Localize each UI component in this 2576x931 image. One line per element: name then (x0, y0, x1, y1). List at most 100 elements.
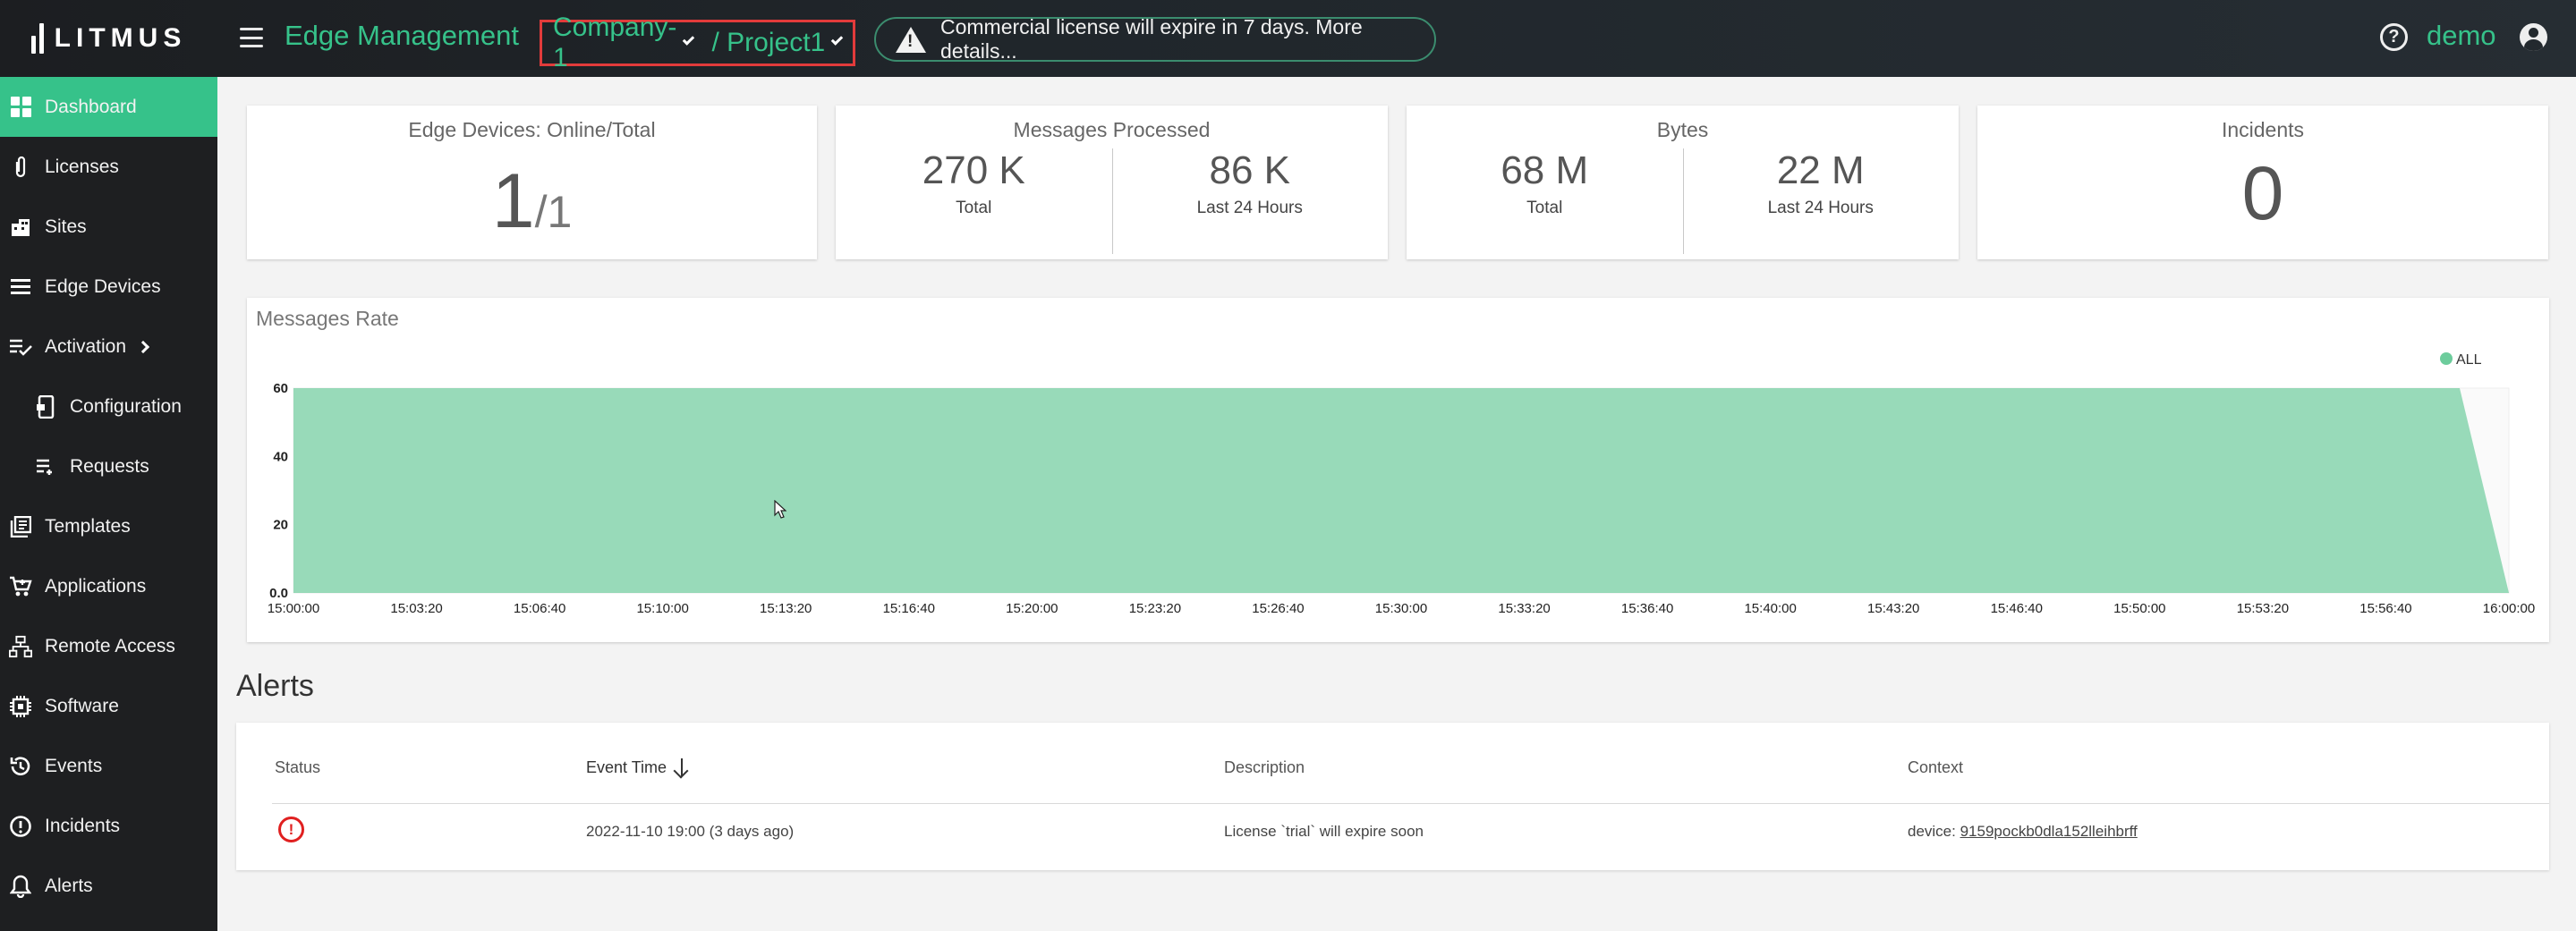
account-icon[interactable] (2520, 23, 2547, 51)
sidebar-item-label: Incidents (45, 815, 121, 836)
devices-online: 1 (491, 158, 535, 244)
device-config-icon (34, 394, 57, 419)
area-series-all (293, 388, 2509, 593)
sidebar-item-requests[interactable]: Requests (0, 436, 217, 496)
y-tick-label: 20 (273, 518, 288, 533)
x-tick-label: 15:00:00 (268, 601, 319, 616)
x-tick-label: 15:06:40 (514, 601, 565, 616)
x-tick-label: 15:53:20 (2237, 601, 2289, 616)
company-selector-label[interactable]: Company-1 (553, 13, 676, 73)
sidebar-item-label: Alerts (45, 875, 93, 896)
x-tick-label: 15:30:00 (1375, 601, 1427, 616)
messages-rate-chart: Messages Rate 0.0 20 40 60 15:00:00 15:03:20 1… (247, 298, 2549, 642)
history-icon (9, 755, 32, 778)
x-tick-label: 15:56:40 (2359, 601, 2411, 616)
sidebar-item-dashboard[interactable]: Dashboard (0, 77, 217, 137)
stat-value: 22 M (1776, 148, 1865, 192)
chip-icon (9, 695, 32, 718)
project-selector-label[interactable]: Project1 (727, 28, 825, 58)
list-icon (9, 275, 32, 299)
x-tick-label: 15:36:40 (1621, 601, 1673, 616)
alert-status-icon: ! (278, 817, 304, 842)
alert-context: device: 9159pockb0dla152lleihbrff (1908, 823, 2138, 841)
mouse-cursor-icon (774, 500, 786, 519)
sidebar-item-configuration[interactable]: Configuration (0, 377, 217, 436)
sidebar-item-events[interactable]: Events (0, 736, 217, 796)
sidebar-item-remote-access[interactable]: Remote Access (0, 616, 217, 676)
sort-descending-icon[interactable] (681, 758, 684, 776)
bytes-card: Bytes 68 M Total 22 M Last 24 Hours (1407, 106, 1959, 259)
sidebar-item-label: Sites (45, 216, 87, 237)
x-tick-label: 15:50:00 (2113, 601, 2165, 616)
sidebar-item-label: Requests (70, 455, 149, 477)
license-warning-text: Commercial license will expire in 7 days… (940, 15, 1363, 63)
help-icon[interactable]: ? (2380, 23, 2408, 51)
alert-circle-icon (9, 815, 32, 838)
sidebar-item-edge-devices[interactable]: Edge Devices (0, 257, 217, 317)
sidebar-item-licenses[interactable]: Licenses (0, 137, 217, 197)
y-tick-label: 0.0 (269, 586, 288, 601)
stat-label: Last 24 Hours (1196, 199, 1303, 217)
sidebar-item-label: Remote Access (45, 635, 175, 656)
stat-value: 68 M (1501, 148, 1589, 192)
stat-label: Last 24 Hours (1767, 199, 1874, 217)
sidebar: Dashboard Licenses Sites Edge Devices Ac… (0, 77, 217, 931)
project-separator: / (704, 28, 727, 57)
sidebar-item-label: Applications (45, 575, 147, 597)
messages-total-stat: 270 K Total (836, 148, 1112, 218)
alert-description: License `trial` will expire soon (1224, 823, 1424, 840)
sidebar-item-incidents[interactable]: Incidents (0, 796, 217, 856)
incidents-card: Incidents 0 (1977, 106, 2548, 259)
x-tick-label: 16:00:00 (2483, 601, 2535, 616)
sidebar-item-label: Activation (45, 335, 127, 357)
alert-event-time: 2022-11-10 19:00 (3 days ago) (586, 823, 795, 840)
project-selector[interactable]: Company-1 / Project1 (540, 13, 855, 72)
bytes-last24-stat: 22 M Last 24 Hours (1683, 148, 1960, 218)
card-title: Edge Devices: Online/Total (408, 118, 656, 141)
chevron-down-icon[interactable] (683, 33, 695, 46)
legend-label: ALL (2456, 352, 2482, 368)
cart-icon (9, 575, 32, 598)
sidebar-item-label: Edge Devices (45, 275, 161, 297)
chevron-down-icon[interactable] (830, 33, 844, 46)
stat-value: 86 K (1209, 148, 1290, 192)
stat-label: Total (956, 199, 992, 217)
sidebar-item-activation[interactable]: Activation (0, 317, 217, 377)
templates-icon (9, 515, 32, 538)
sidebar-item-templates[interactable]: Templates (0, 496, 217, 556)
messages-card: Messages Processed 270 K Total 86 K Last… (836, 106, 1388, 259)
legend-swatch (2440, 352, 2453, 365)
litmus-logo[interactable]: LITMUS (0, 0, 217, 77)
sidebar-item-label: Software (45, 695, 119, 716)
column-header-label: Event Time (586, 758, 667, 776)
chart-plot: 0.0 20 40 60 15:00:00 15:03:20 15:06:40 15:10:0… (268, 352, 2535, 616)
device-link[interactable]: 9159pockb0dla152lleihbrff (1960, 823, 2138, 840)
license-warning-banner[interactable]: Commercial license will expire in 7 days… (874, 15, 1436, 63)
context-prefix: device: (1908, 823, 1960, 840)
x-tick-label: 15:10:00 (636, 601, 688, 616)
stat-value: 270 K (922, 148, 1025, 192)
sidebar-item-alerts[interactable]: Alerts (0, 856, 217, 916)
card-title: Bytes (1656, 118, 1709, 141)
sidebar-item-software[interactable]: Software (0, 676, 217, 736)
y-tick-label: 60 (273, 381, 288, 396)
column-header-event-time[interactable]: Event Time (586, 758, 684, 777)
paperclip-icon (9, 156, 32, 179)
x-tick-label: 15:20:00 (1006, 601, 1058, 616)
user-name[interactable]: demo (2427, 20, 2496, 52)
card-title: Messages Processed (1013, 118, 1211, 141)
x-tick-label: 15:16:40 (883, 601, 935, 616)
x-tick-label: 15:40:00 (1744, 601, 1796, 616)
alerts-heading: Alerts (236, 669, 314, 703)
x-tick-label: 15:13:20 (760, 601, 812, 616)
top-bar: LITMUS Edge Management Company-1 / Proje… (0, 0, 2576, 77)
menu-icon[interactable] (240, 25, 263, 50)
sidebar-item-sites[interactable]: Sites (0, 197, 217, 257)
messages-last24-stat: 86 K Last 24 Hours (1112, 148, 1389, 218)
building-icon (9, 216, 32, 239)
alerts-table: Status Event Time Description Context ! … (236, 723, 2549, 870)
stat-label: Total (1526, 199, 1563, 217)
row-divider (272, 803, 2549, 804)
bytes-total-stat: 68 M Total (1407, 148, 1683, 218)
sidebar-item-applications[interactable]: Applications (0, 556, 217, 616)
